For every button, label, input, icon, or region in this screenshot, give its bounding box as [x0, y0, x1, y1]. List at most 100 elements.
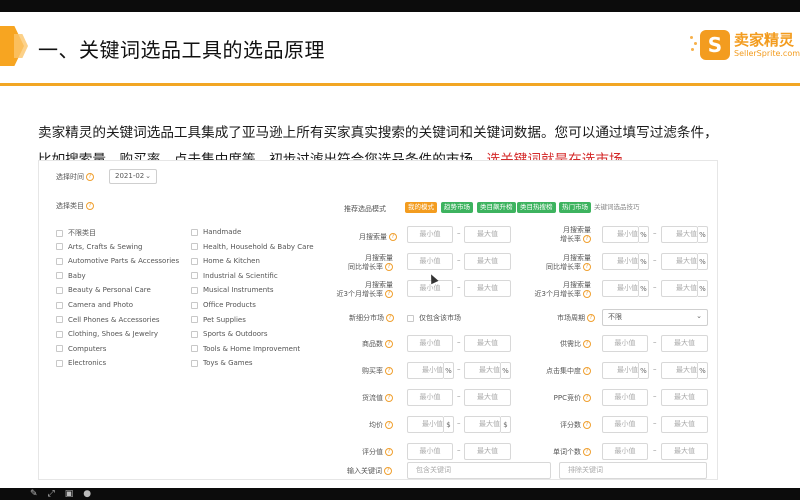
sales_value-min[interactable]: 最小值: [407, 389, 453, 406]
checkbox-box[interactable]: [191, 243, 198, 251]
sales_value-max[interactable]: 最大值: [464, 389, 511, 406]
category-checkbox[interactable]: Pet Supplies: [191, 316, 246, 324]
checkbox-box[interactable]: [191, 316, 198, 324]
products-max[interactable]: 最大值: [464, 335, 511, 352]
category-checkbox[interactable]: 不限类目: [56, 228, 96, 238]
category-checkbox[interactable]: Musical Instruments: [191, 286, 274, 294]
monthly-search-min[interactable]: 最小值: [407, 226, 453, 243]
help-icon: ?: [385, 367, 393, 375]
category-checkbox[interactable]: Handmade: [191, 228, 241, 236]
word_count-min[interactable]: 最小值: [602, 443, 648, 460]
quarter-growth-min[interactable]: 最小值: [602, 280, 639, 297]
category-checkbox[interactable]: Electronics: [56, 359, 106, 367]
new-market-label: 新细分市场?: [349, 313, 394, 323]
checkbox-box[interactable]: [56, 272, 63, 280]
include-keyword-input[interactable]: 包含关键词: [407, 462, 551, 479]
sales_value-label: 货流值?: [362, 393, 393, 403]
category-checkbox[interactable]: Industrial & Scientific: [191, 272, 278, 280]
rating-min[interactable]: 最小值: [407, 443, 453, 460]
checkbox-box[interactable]: [191, 228, 198, 236]
word_count-label: 单词个数?: [553, 447, 591, 457]
checkbox-box[interactable]: [56, 345, 63, 353]
expand-icon[interactable]: ⤢: [48, 488, 55, 500]
checkbox-box[interactable]: [191, 257, 198, 265]
yoy-growth-min[interactable]: 最小值: [602, 253, 639, 270]
click_conc-min[interactable]: 最小值: [602, 362, 639, 379]
category-checkbox[interactable]: Clothing, Shoes & Jewelry: [56, 330, 158, 338]
mode-category-rise-button[interactable]: 类目飙升榜: [477, 202, 516, 213]
camera-icon[interactable]: ▣: [65, 488, 74, 500]
mode-trend-button[interactable]: 趋势市场: [441, 202, 473, 213]
checkbox-box[interactable]: [191, 345, 198, 353]
yoy-growth-max[interactable]: 最大值: [661, 253, 698, 270]
yoy-min[interactable]: 最小值: [407, 253, 453, 270]
category-checkbox[interactable]: Beauty & Personal Care: [56, 286, 151, 294]
products-min[interactable]: 最小值: [407, 335, 453, 352]
category-checkbox[interactable]: Camera and Photo: [56, 301, 133, 309]
help-icon: ?: [583, 290, 591, 298]
word_count-max[interactable]: 最大值: [661, 443, 708, 460]
category-checkbox[interactable]: Tools & Home Improvement: [191, 345, 300, 353]
checkbox-box[interactable]: [191, 301, 198, 309]
category-checkbox[interactable]: Automotive Parts & Accessories: [56, 257, 179, 265]
monthly-growth-min[interactable]: 最小值: [602, 226, 639, 243]
avg_price-min[interactable]: 最小值: [407, 416, 444, 433]
category-checkbox[interactable]: Baby: [56, 272, 86, 280]
reviews-min[interactable]: 最小值: [602, 416, 648, 433]
mode-hot-market-button[interactable]: 热门市场: [559, 202, 591, 213]
mode-my-button[interactable]: 我的模式: [405, 202, 437, 213]
exclude-keyword-input[interactable]: 排除关键词: [559, 462, 707, 479]
yoy-max[interactable]: 最大值: [464, 253, 511, 270]
category-checkbox[interactable]: Arts, Crafts & Sewing: [56, 243, 143, 251]
supply_demand-min[interactable]: 最小值: [602, 335, 648, 352]
pen-icon[interactable]: ✎: [30, 488, 38, 500]
ppc-max[interactable]: 最大值: [661, 389, 708, 406]
help-icon: ?: [384, 467, 392, 475]
help-icon: ?: [385, 394, 393, 402]
mode-category-hot-button[interactable]: 类目热搜榜: [517, 202, 556, 213]
quarter-max[interactable]: 最大值: [464, 280, 511, 297]
record-icon[interactable]: ●: [83, 488, 91, 500]
supply_demand-max[interactable]: 最大值: [661, 335, 708, 352]
new-market-checkbox[interactable]: 仅包含该市场: [407, 313, 461, 323]
checkbox-box[interactable]: [56, 316, 63, 324]
checkbox-box[interactable]: [56, 330, 63, 338]
checkbox-box[interactable]: [56, 257, 63, 265]
help-icon: ?: [86, 202, 94, 210]
rating-max[interactable]: 最大值: [464, 443, 511, 460]
click_conc-max[interactable]: 最大值: [661, 362, 698, 379]
time-select[interactable]: 2021-02 ⌄: [109, 169, 157, 184]
products-label: 商品数?: [362, 339, 393, 349]
checkbox-box[interactable]: [191, 330, 198, 338]
help-icon: ?: [385, 263, 393, 271]
checkbox-box[interactable]: [56, 359, 63, 367]
category-checkbox[interactable]: Office Products: [191, 301, 256, 309]
purchase_rate-max[interactable]: 最大值: [464, 362, 501, 379]
category-checkbox[interactable]: Health, Household & Baby Care: [191, 243, 314, 251]
checkbox-box[interactable]: [56, 286, 63, 294]
category-checkbox[interactable]: Computers: [56, 345, 106, 353]
checkbox-box[interactable]: [56, 229, 63, 237]
category-checkbox[interactable]: Sports & Outdoors: [191, 330, 268, 338]
checkbox-box[interactable]: [191, 272, 198, 280]
filter-form-panel: 选择时间? 2021-02 ⌄ 选择类目? 不限类目 Arts, Crafts & …: [38, 160, 718, 480]
checkbox-box[interactable]: [56, 243, 63, 251]
checkbox-box[interactable]: [191, 286, 198, 294]
quarter-growth-max[interactable]: 最大值: [661, 280, 698, 297]
cycle-label: 市场周期?: [557, 313, 595, 323]
checkbox-box[interactable]: [191, 359, 198, 367]
avg_price-max[interactable]: 最大值: [464, 416, 501, 433]
monthly-search-max[interactable]: 最大值: [464, 226, 511, 243]
monthly-growth-max[interactable]: 最大值: [661, 226, 698, 243]
help-icon: ?: [583, 235, 591, 243]
checkbox-box[interactable]: [56, 301, 63, 309]
mode-tips-link[interactable]: 关键词选品技巧: [594, 202, 640, 213]
reviews-max[interactable]: 最大值: [661, 416, 708, 433]
purchase_rate-min[interactable]: 最小值: [407, 362, 444, 379]
category-checkbox[interactable]: Cell Phones & Accessories: [56, 316, 160, 324]
reviews-label: 评分数?: [560, 420, 591, 430]
category-checkbox[interactable]: Toys & Games: [191, 359, 253, 367]
category-checkbox[interactable]: Home & Kitchen: [191, 257, 260, 265]
cycle-select[interactable]: 不限 ⌄: [602, 309, 708, 326]
ppc-min[interactable]: 最小值: [602, 389, 648, 406]
